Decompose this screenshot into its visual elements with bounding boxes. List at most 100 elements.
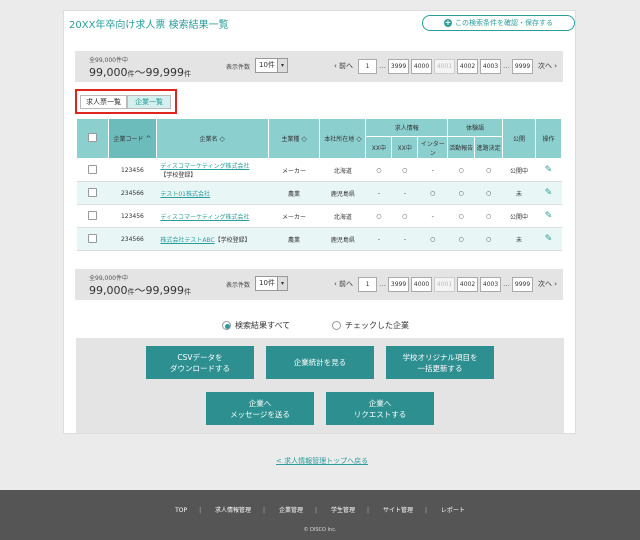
send-request-button[interactable]: 企業へ リクエストする [326,392,434,425]
next-page-link[interactable]: 次へ › [535,279,560,289]
column-group-job-info: 求人情報 [365,118,449,137]
csv-download-button[interactable]: CSVデータを ダウンロードする [146,346,254,379]
row-course-decision: ○ [474,181,503,205]
radio-all-results[interactable]: 検索結果すべて [222,320,290,331]
range-from: 99,000 [89,284,128,297]
action-panel: CSVデータを ダウンロードする 企業統計を見る 学校オリジナル項目を 一括更新… [76,338,564,433]
range-separator: ～ [134,66,146,79]
back-to-top-link[interactable]: < 求人情報管理トップへ戻る [276,456,368,466]
company-stats-button[interactable]: 企業統計を見る [266,346,374,379]
row-hq: 鹿児島県 [319,227,366,251]
prev-page-link[interactable]: ‹ 前へ [331,279,356,289]
row-code: 123456 [108,204,157,228]
footer-link-report[interactable]: レポート [441,507,465,514]
row-code: 234566 [108,227,157,251]
page-link[interactable]: 4002 [457,58,479,74]
prev-page-link[interactable]: ‹ 前へ [331,61,356,71]
page-link[interactable]: 4000 [411,276,433,292]
row-checkbox[interactable] [87,164,97,174]
row-checkbox[interactable] [87,187,97,197]
company-link[interactable]: ディスコマーケティング株式会社 [160,163,249,170]
radio-checked-companies[interactable]: チェックした企業 [332,320,409,331]
row-checkbox[interactable] [87,233,97,243]
row-xx2: - [391,227,418,251]
save-search-conditions-label: この検索条件を確認・保存する [455,19,553,27]
page-link[interactable]: 3999 [388,276,410,292]
column-code[interactable]: 企業コード ^ [107,118,157,159]
sort-icon: ◇ [356,135,362,143]
results-card: 20XX年卒向け求人票 検索結果一覧 + この検索条件を確認・保存する 全99,… [63,10,576,434]
bulk-update-button[interactable]: 学校オリジナル項目を 一括更新する [386,346,494,379]
tab-company-list[interactable]: 企業一覧 [127,95,171,109]
column-course-decision: 進路決定 [474,136,504,159]
page-link[interactable]: 9999 [512,276,534,292]
pager: ‹ 前へ 1 … 3999 4000 4001 4002 4003 … 9999… [331,58,560,74]
total-count-label: 全99,000件中 [89,57,128,64]
row-course-decision: ○ [474,227,503,251]
next-page-link[interactable]: 次へ › [535,61,560,71]
row-hq: 北海道 [319,158,366,182]
current-page: 4001 [434,276,456,292]
row-industry: 農業 [268,227,320,251]
row-industry: メーカー [268,158,320,182]
pager-ellipsis: … [503,280,511,288]
footer-link-job-info[interactable]: 求人情報管理 [215,507,251,514]
footer-link-student[interactable]: 学生管理 [331,507,355,514]
row-hq: 鹿児島県 [319,181,366,205]
pencil-icon[interactable]: ✎ [545,188,553,198]
row-code: 234566 [108,181,157,205]
footer-link-top[interactable]: TOP [175,507,187,514]
column-industry[interactable]: 主業種 ◇ [267,118,321,159]
page-link[interactable]: 4000 [411,58,433,74]
table-row: 123456 ディスコマーケティング株式会社 【学校登録】 メーカー 北海道 ○ … [76,158,562,182]
column-hq[interactable]: 本社所在地 ◇ [319,118,367,159]
page-link[interactable]: 4003 [480,58,502,74]
row-checkbox[interactable] [87,210,97,220]
page-link[interactable]: 9999 [512,58,534,74]
column-group-exam: 体験語 [447,118,504,137]
page-link[interactable]: 3999 [388,58,410,74]
per-page-value: 10件 [259,279,275,287]
row-xx2: - [391,181,418,205]
pager: ‹ 前へ 1 … 3999 4000 4001 4002 4003 … 9999… [331,276,560,292]
table-row: 123456 ディスコマーケティング株式会社 メーカー 北海道 ○ ○ - ○ … [76,204,562,228]
company-link[interactable]: ディスコマーケティング株式会社 [160,214,249,221]
pager-ellipsis: … [503,62,511,70]
company-link[interactable]: 株式会社テストABC [160,237,214,244]
column-name[interactable]: 企業名 ◇ [155,118,269,159]
select-all-checkbox[interactable] [87,133,97,142]
total-count-label: 全99,000件中 [89,275,128,282]
footer-link-company[interactable]: 企業管理 [279,507,303,514]
school-registered-tag: 【学校登録】 [160,172,197,179]
table-row: 234566 株式会社テストABC【学校登録】 農業 鹿児島県 - - ○ ○ … [76,227,562,251]
company-link[interactable]: テスト01株式会社 [160,191,210,198]
radio-all-label: 検索結果すべて [235,321,291,330]
pencil-icon[interactable]: ✎ [545,234,553,244]
row-company-name: ディスコマーケティング株式会社 【学校登録】 [156,158,269,182]
tab-job-list[interactable]: 求人票一覧 [80,95,127,109]
footer-link-site[interactable]: サイト管理 [383,507,413,514]
pencil-icon[interactable]: ✎ [545,165,553,175]
page-link[interactable]: 1 [358,58,378,74]
per-page-select[interactable]: 10件 ▾ [255,58,288,73]
column-internship: インターン [417,136,449,159]
row-internship: - [417,158,448,182]
footer-links: TOP | 求人情報管理 | 企業管理 | 学生管理 | サイト管理 | レポート [175,507,465,514]
page-link[interactable]: 4002 [457,276,479,292]
page-link[interactable]: 1 [358,276,378,292]
plus-icon: + [444,18,452,27]
pencil-icon[interactable]: ✎ [545,211,553,221]
row-public: 未 [502,227,536,251]
radio-off-icon [332,321,341,330]
per-page-select[interactable]: 10件 ▾ [255,276,288,291]
send-message-button[interactable]: 企業へ メッセージを送る [206,392,314,425]
radio-on-icon [222,321,231,330]
footer: TOP | 求人情報管理 | 企業管理 | 学生管理 | サイト管理 | レポート © D… [0,490,640,540]
row-company-name: 株式会社テストABC【学校登録】 [156,227,269,251]
table-row: 234566 テスト01株式会社 農業 鹿児島県 - - ○ ○ ○ 未 ✎ [76,181,562,205]
save-search-conditions-button[interactable]: + この検索条件を確認・保存する [422,15,575,31]
row-activity-report: ○ [447,181,475,205]
range-unit: 件 [184,288,191,296]
page-link[interactable]: 4003 [480,276,502,292]
copyright: © DISCO Inc. [303,527,337,533]
